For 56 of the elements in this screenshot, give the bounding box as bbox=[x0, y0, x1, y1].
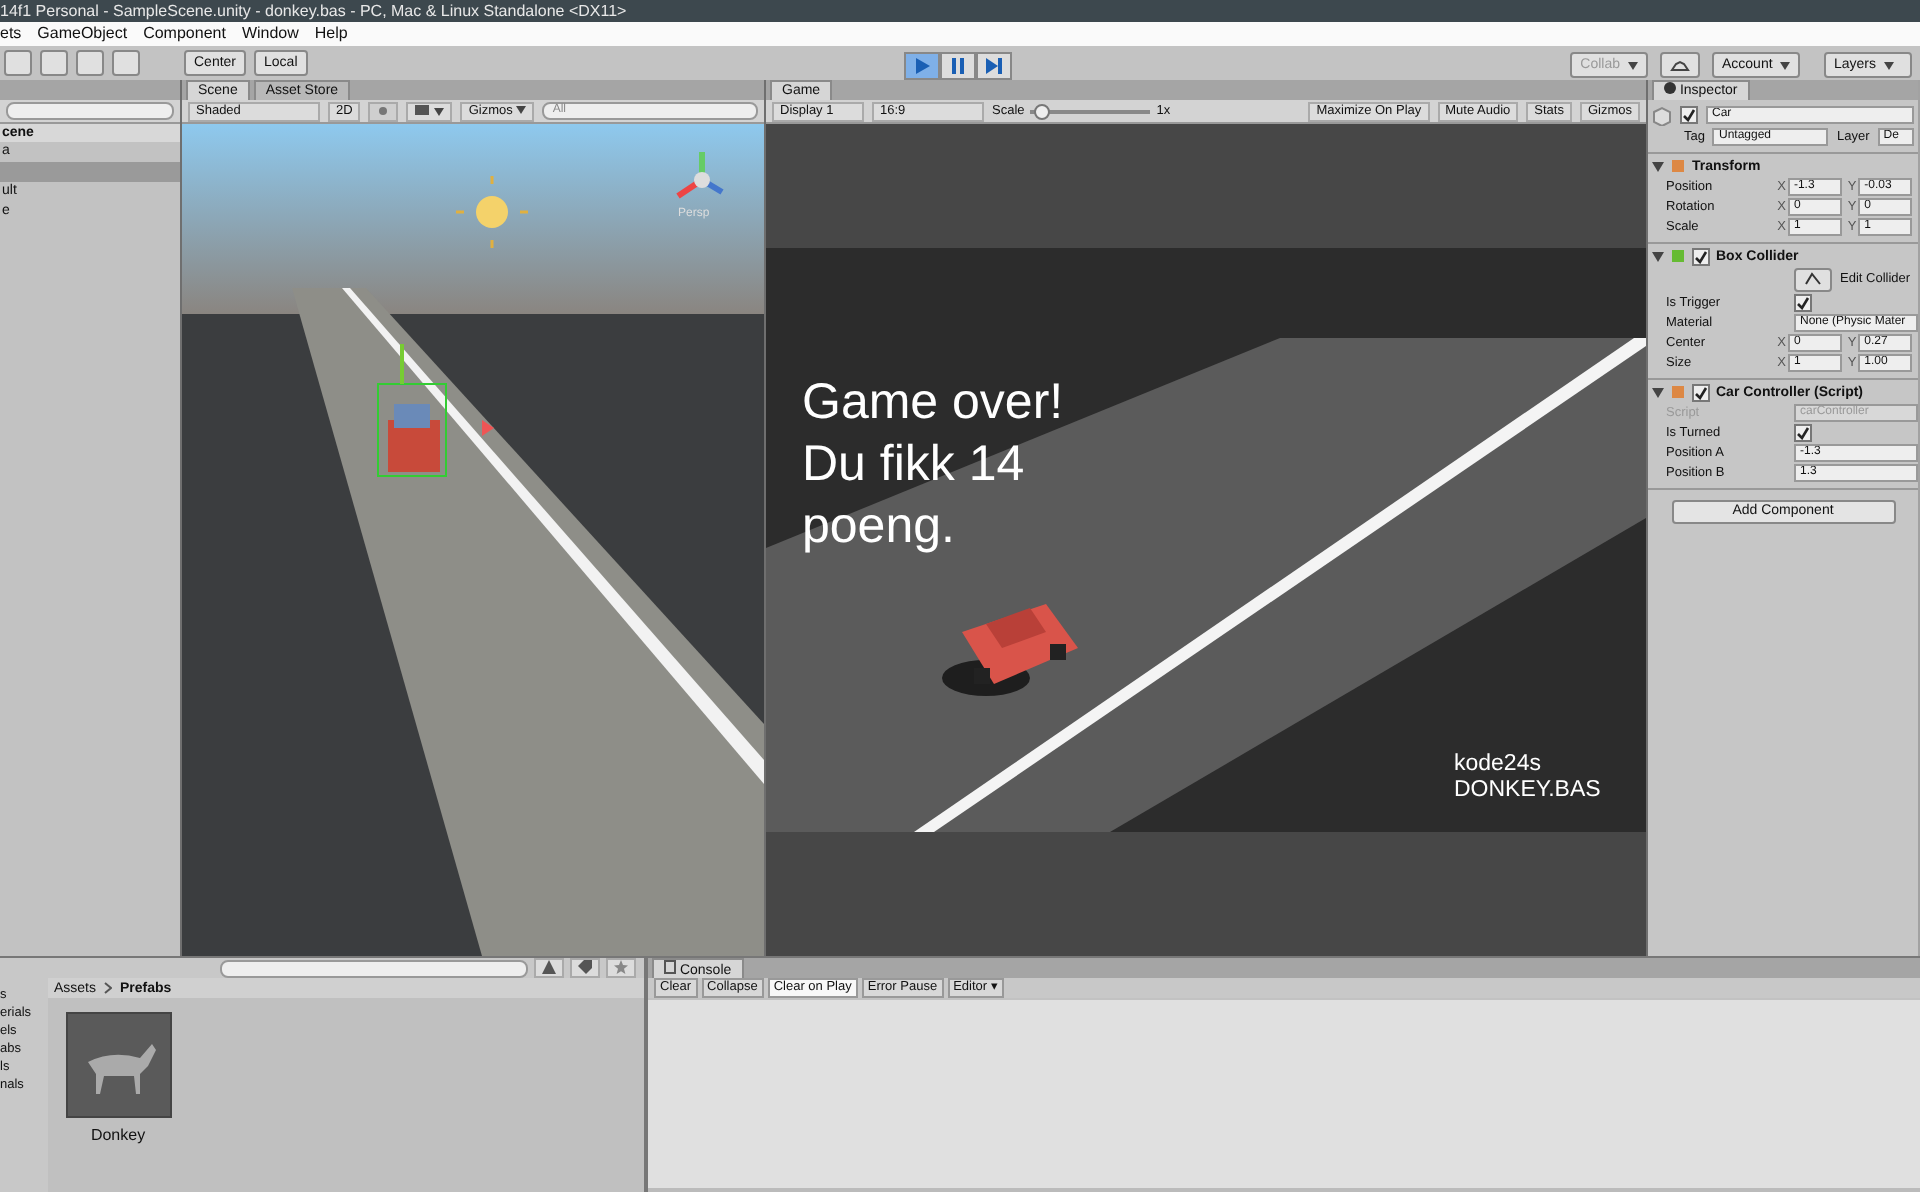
game-over-text: Du fikk 14 bbox=[802, 434, 1027, 496]
shapes-icon bbox=[542, 960, 556, 974]
star-icon bbox=[614, 960, 628, 974]
caret-icon bbox=[434, 107, 445, 115]
game-over-text: poeng. bbox=[802, 496, 957, 558]
search-field[interactable] bbox=[220, 959, 528, 977]
filter-label-button[interactable] bbox=[570, 958, 600, 978]
caret-icon bbox=[1884, 61, 1895, 69]
scale-slider-thumb[interactable] bbox=[1033, 103, 1050, 119]
checkbox[interactable] bbox=[1692, 247, 1710, 265]
play-button[interactable] bbox=[904, 52, 940, 80]
pause-button[interactable] bbox=[940, 52, 976, 80]
cloud-button[interactable] bbox=[1660, 52, 1700, 78]
menu-item[interactable]: Component bbox=[143, 22, 226, 46]
game-over-text: Game over! bbox=[802, 372, 1064, 434]
component-icon bbox=[1670, 384, 1686, 400]
collider-edit-icon bbox=[1804, 272, 1822, 286]
effects-dropdown[interactable] bbox=[406, 101, 453, 121]
filter-type-button[interactable] bbox=[534, 958, 564, 978]
step-icon bbox=[986, 58, 1002, 74]
asset-name: Donkey bbox=[90, 1126, 146, 1144]
favorite-button[interactable] bbox=[606, 958, 636, 978]
foldout-icon[interactable] bbox=[1652, 161, 1664, 171]
image-icon bbox=[414, 103, 431, 115]
console-icon bbox=[664, 960, 676, 974]
component-icon bbox=[1670, 248, 1686, 264]
credit-text: kode24s bbox=[1454, 752, 1543, 778]
cube-icon bbox=[1652, 105, 1672, 125]
window-title: 14f1 Personal - SampleScene.unity - donkey.bas - PC, Mac & Linux Standalone <DX11> bbox=[0, 0, 1920, 22]
caret-icon bbox=[1780, 61, 1790, 69]
checkbox[interactable] bbox=[1794, 423, 1812, 441]
checkbox[interactable] bbox=[1794, 293, 1812, 311]
menu-item[interactable]: Help bbox=[314, 22, 348, 46]
foldout-icon[interactable] bbox=[1652, 387, 1664, 397]
caret-icon bbox=[516, 105, 527, 113]
credit-text: DONKEY.BAS bbox=[1454, 778, 1601, 804]
checkbox[interactable] bbox=[1680, 106, 1698, 124]
step-button[interactable] bbox=[976, 52, 1012, 80]
sun-icon bbox=[376, 103, 391, 117]
foldout-icon[interactable] bbox=[1652, 251, 1664, 261]
menu-item[interactable]: GameObject bbox=[37, 22, 128, 46]
menu-item[interactable]: Window bbox=[241, 22, 299, 46]
pause-icon bbox=[950, 58, 966, 74]
lighting-toggle[interactable] bbox=[368, 101, 399, 121]
search-field[interactable] bbox=[6, 102, 174, 120]
checkbox[interactable] bbox=[1692, 383, 1710, 401]
edit-collider-button[interactable] bbox=[1794, 267, 1832, 291]
component-icon bbox=[1670, 158, 1686, 174]
cloud-icon bbox=[1670, 59, 1690, 71]
chevron-icon bbox=[104, 982, 113, 994]
tag-icon bbox=[578, 960, 592, 974]
caret-icon bbox=[1628, 61, 1638, 69]
donkey-model-thumbnail[interactable] bbox=[65, 1012, 171, 1118]
info-icon bbox=[1664, 82, 1676, 94]
play-icon bbox=[914, 58, 930, 74]
menu-item[interactable]: ets bbox=[0, 22, 22, 46]
